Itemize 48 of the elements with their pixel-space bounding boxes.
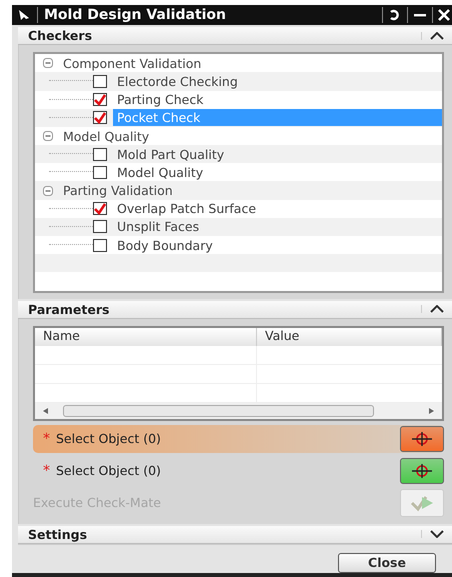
check-icon [94,94,106,106]
checkbox[interactable] [93,74,107,88]
column-header[interactable]: Value [257,328,442,346]
reset-icon [388,9,402,21]
collapse-icon[interactable] [43,131,53,141]
check-arrow-icon [410,494,434,512]
right-arrow-icon [428,408,434,414]
section-header[interactable]: Checkers [18,27,452,46]
selection-row[interactable]: * Select Object (0) [33,424,444,453]
crosshair-icon [411,462,433,479]
collapse-icon[interactable] [43,186,53,196]
checkbox[interactable] [93,220,107,234]
collapse-icon[interactable] [43,58,53,68]
tree-item-label[interactable]: Body Boundary [113,236,442,254]
check-icon [94,202,106,215]
section-title: Settings [27,526,88,542]
close-dialog-button[interactable]: Close [338,552,436,573]
checkbox[interactable] [93,111,107,124]
checkbox[interactable] [93,93,107,106]
tree-item-label[interactable]: Parting Check [113,91,442,108]
section-title: Parameters [27,302,110,317]
tree-group-label[interactable]: Model Quality [63,128,150,144]
horizontal-scrollbar[interactable] [35,402,442,419]
selection-label: Select Object (0) [56,463,162,478]
checkbox[interactable] [93,166,107,179]
section-title: Checkers [27,28,92,44]
left-arrow-icon [43,408,49,414]
crosshair-icon [411,430,433,447]
selection-label: Select Object (0) [56,431,162,446]
tree-item-label[interactable]: Model Quality [113,164,442,181]
checkbox[interactable] [93,202,107,216]
check-icon [94,112,106,124]
tree-item-label[interactable]: Overlap Patch Surface [113,200,442,218]
section-header[interactable]: Settings [18,526,452,544]
column-header[interactable]: Name [35,328,257,346]
tree-group-label[interactable]: Component Validation [63,56,202,71]
required-mark: * [43,462,50,479]
checkbox[interactable] [93,238,107,252]
selection-row[interactable]: * Select Object (0) [33,456,444,485]
section-header[interactable]: Parameters [18,300,452,319]
window-title: Mold Design Validation [43,7,228,23]
select-object-button[interactable] [400,426,444,452]
close-icon [438,9,450,21]
cursor-arrow-icon [17,9,31,21]
scrollbar-thumb[interactable] [63,404,374,417]
select-object-button[interactable] [400,458,444,484]
checkbox[interactable] [93,148,107,161]
required-mark: * [43,430,50,447]
